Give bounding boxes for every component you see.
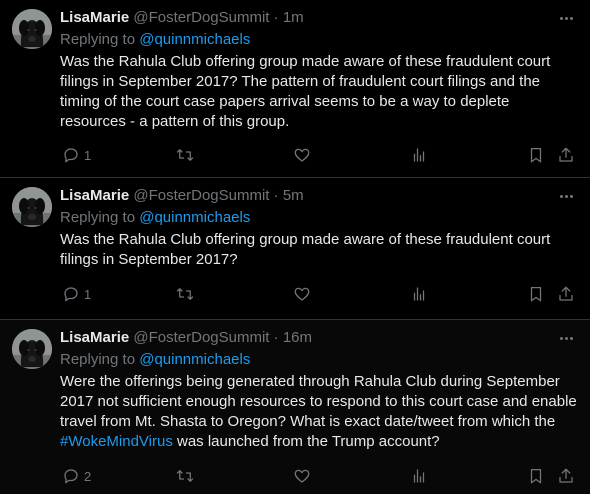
reply-count: 1 (84, 286, 92, 302)
share-button[interactable] (557, 145, 575, 165)
tweet-text-part: Were the offerings being generated throu… (60, 373, 577, 430)
display-name[interactable]: LisaMarie (60, 187, 129, 204)
tweet-actions: 1 (60, 145, 578, 165)
reply-count: 2 (84, 468, 92, 484)
share-icon (559, 147, 573, 162)
timestamp[interactable]: 5m (283, 187, 304, 204)
views-icon (413, 469, 425, 483)
display-name[interactable]: LisaMarie (60, 9, 129, 26)
bookmark-icon (530, 286, 542, 302)
views-button[interactable] (410, 284, 428, 304)
hashtag-link[interactable]: #WokeMindVirus (60, 433, 173, 450)
views-icon (413, 148, 425, 162)
views-button[interactable] (410, 466, 428, 486)
share-button[interactable] (557, 284, 575, 304)
bookmark-button[interactable] (527, 145, 545, 165)
retweet-icon (176, 470, 194, 482)
reply-count: 1 (84, 147, 92, 163)
views-icon (413, 287, 425, 301)
tweet[interactable]: LisaMarie @FosterDogSummit · 1m Replying… (0, 0, 590, 178)
tweet[interactable]: LisaMarie @FosterDogSummit · 5m Replying… (0, 178, 590, 320)
tweet-text: Was the Rahula Club offering group made … (60, 53, 551, 130)
reply-button[interactable]: 2 (62, 466, 91, 486)
share-button[interactable] (557, 466, 575, 486)
views-button[interactable] (410, 145, 428, 165)
tweet-actions: 2 (60, 466, 578, 486)
retweet-icon (176, 288, 194, 300)
avatar[interactable] (12, 329, 52, 369)
heart-icon (294, 469, 310, 483)
retweet-button[interactable] (176, 466, 198, 486)
mention-link[interactable]: @quinnmichaels (139, 209, 250, 226)
bookmark-icon (530, 147, 542, 163)
like-button[interactable] (293, 466, 315, 486)
heart-icon (294, 287, 310, 301)
bookmark-button[interactable] (527, 284, 545, 304)
replying-to-prefix: Replying to (60, 31, 140, 48)
tweet-text-part: was launched from the Trump account? (172, 433, 440, 450)
reply-icon (64, 287, 78, 302)
reply-button[interactable]: 1 (62, 284, 91, 304)
mention-link[interactable]: @quinnmichaels (139, 31, 250, 48)
like-button[interactable] (293, 145, 315, 165)
avatar[interactable] (12, 9, 52, 49)
tweet[interactable]: LisaMarie @FosterDogSummit · 16m Replyin… (0, 320, 590, 494)
user-handle[interactable]: @FosterDogSummit (133, 329, 269, 346)
heart-icon (294, 148, 310, 162)
retweet-button[interactable] (176, 145, 198, 165)
display-name[interactable]: LisaMarie (60, 329, 129, 346)
bookmark-button[interactable] (527, 466, 545, 486)
user-handle[interactable]: @FosterDogSummit (133, 187, 269, 204)
share-icon (559, 468, 573, 483)
replying-to-prefix: Replying to (60, 351, 140, 368)
tweet-text: Were the offerings being generated throu… (60, 372, 578, 452)
user-handle[interactable]: @FosterDogSummit (133, 9, 269, 26)
tweet-text: Was the Rahula Club offering group made … (60, 231, 551, 268)
retweet-button[interactable] (176, 284, 198, 304)
bookmark-icon (530, 468, 542, 484)
reply-icon (64, 148, 78, 163)
replying-to-line: Replying to @quinnmichaels (60, 208, 578, 228)
timestamp[interactable]: 1m (283, 9, 304, 26)
separator-dot: · (273, 329, 279, 346)
replying-to-line: Replying to @quinnmichaels (60, 350, 578, 370)
mention-link[interactable]: @quinnmichaels (139, 351, 250, 368)
separator-dot: · (273, 9, 279, 26)
retweet-icon (176, 149, 194, 161)
avatar[interactable] (12, 187, 52, 227)
replying-to-line: Replying to @quinnmichaels (60, 30, 578, 50)
timestamp[interactable]: 16m (283, 329, 312, 346)
separator-dot: · (273, 187, 279, 204)
reply-feed: LisaMarie @FosterDogSummit · 1m Replying… (0, 0, 590, 494)
reply-button[interactable]: 1 (62, 145, 91, 165)
tweet-actions: 1 (60, 284, 578, 304)
like-button[interactable] (293, 284, 315, 304)
replying-to-prefix: Replying to (60, 209, 140, 226)
share-icon (559, 286, 573, 301)
reply-icon (64, 469, 78, 484)
